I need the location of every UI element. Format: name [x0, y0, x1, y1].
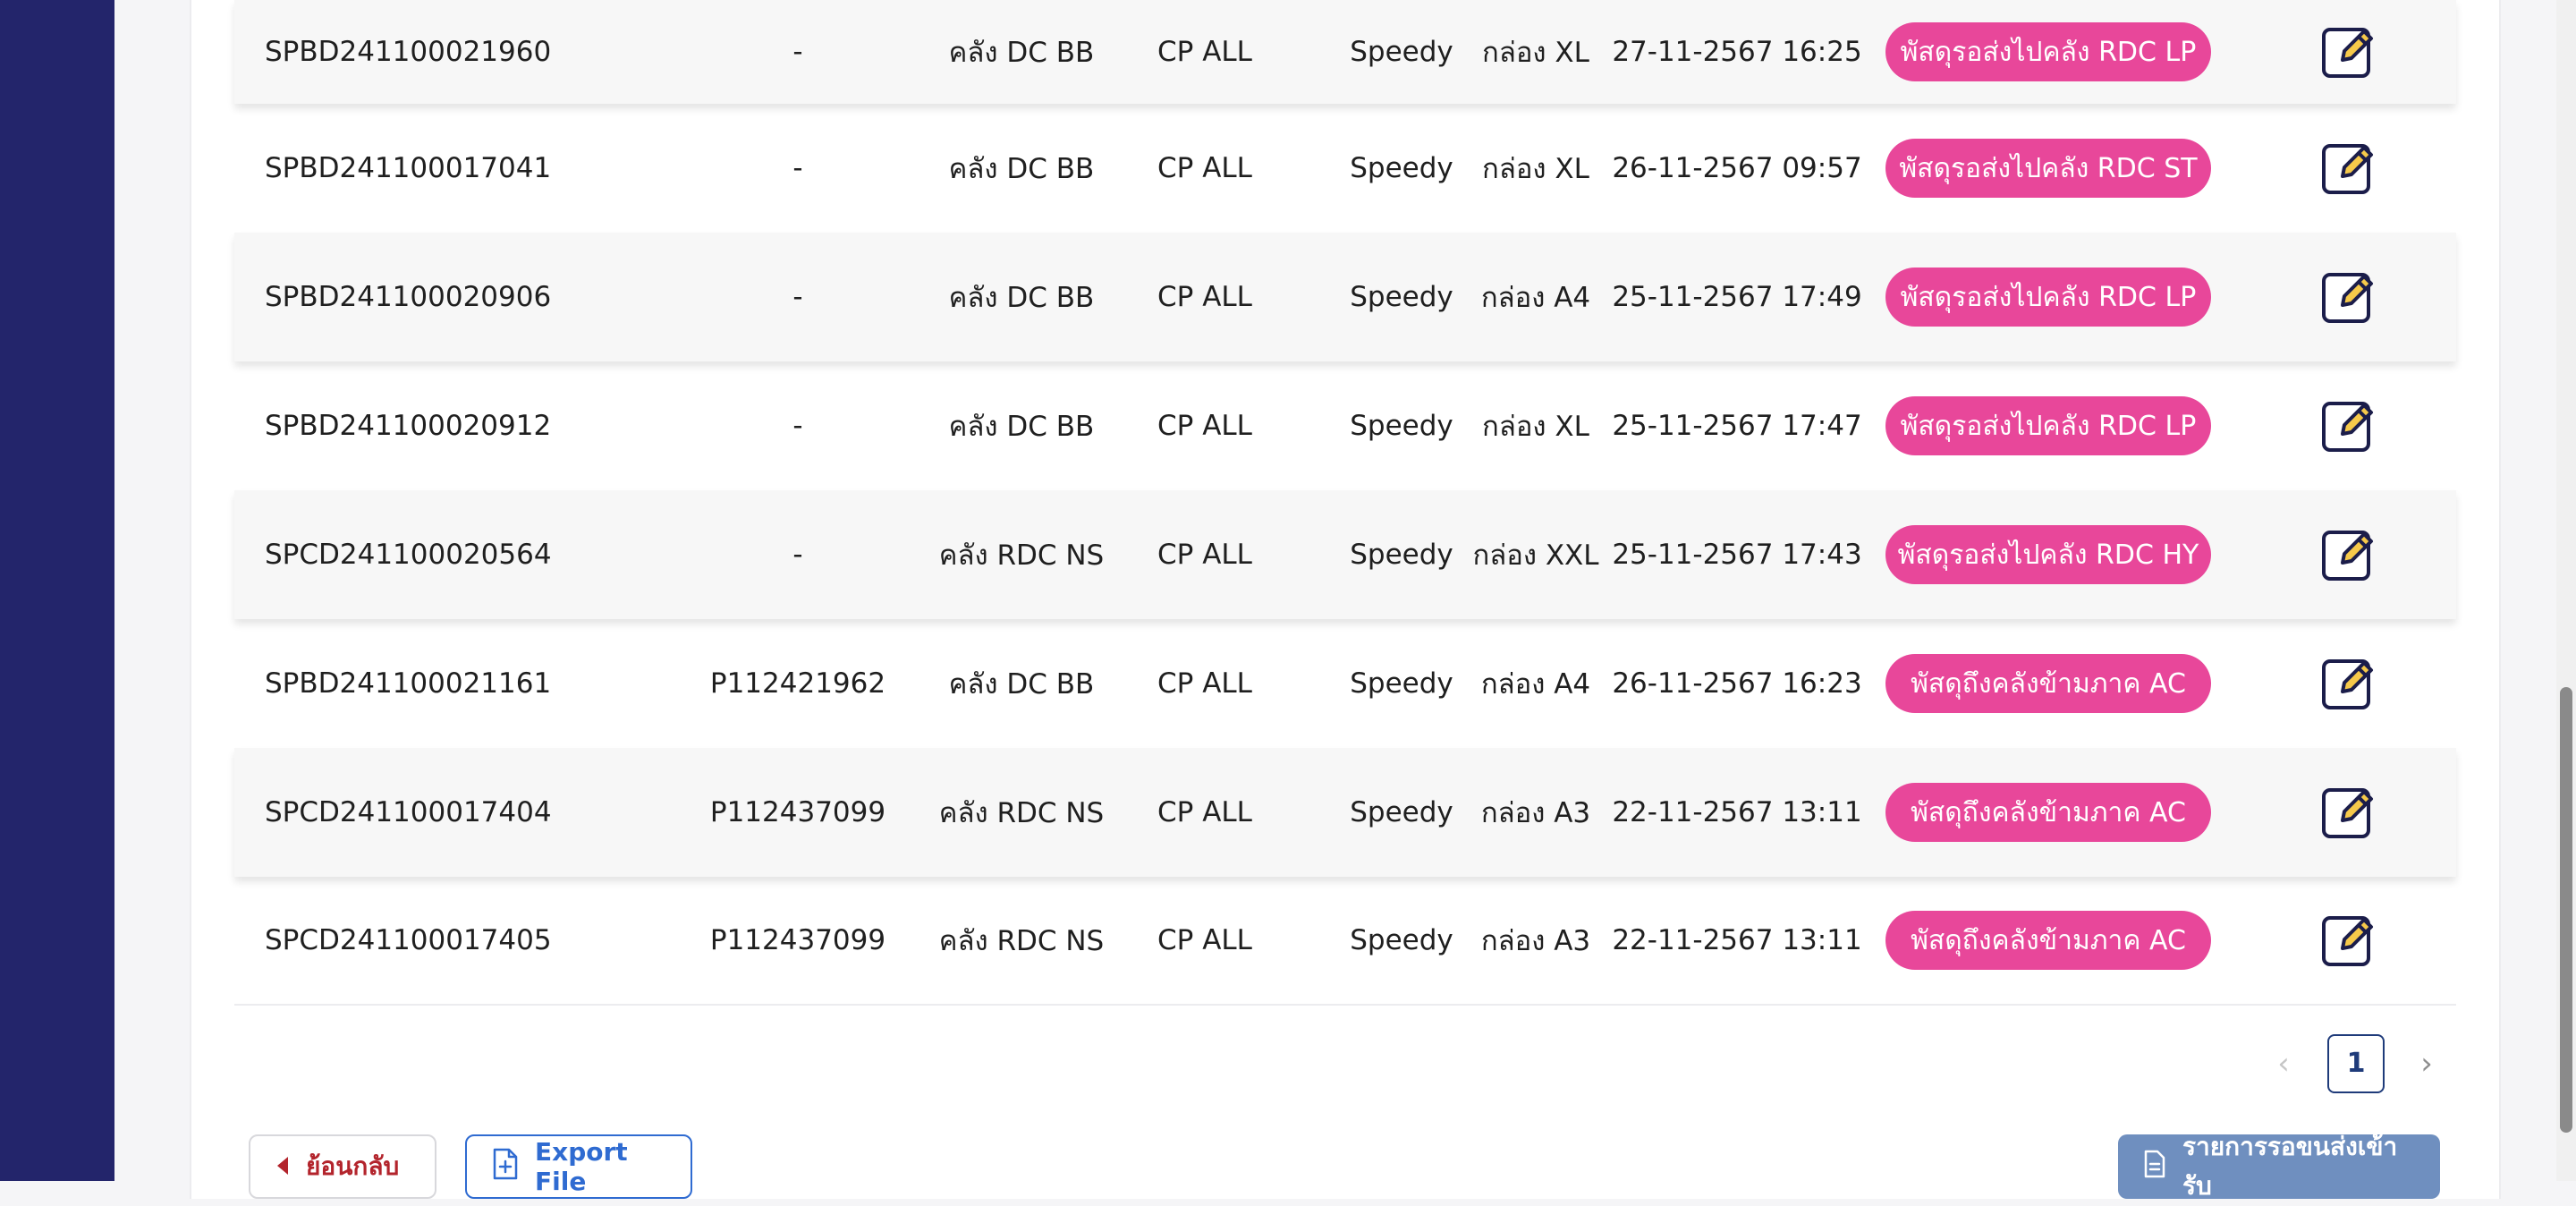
table-row: SPBD241100021960- คลัง DC BB CP ALL Speedy ก… [234, 0, 2456, 104]
pending-pickup-list-button[interactable]: รายการรอขนส่งเข้ารับ [2118, 1132, 2440, 1201]
reference-number-cell: - [792, 152, 803, 184]
reference-number-cell: - [792, 36, 803, 68]
parcel-code-cell: SPBD241100021161 [265, 667, 552, 700]
back-button[interactable]: ย้อนกลับ [249, 1134, 436, 1199]
warehouse-cell: คลัง DC BB [948, 37, 1095, 69]
date-time-cell: 22-11-2567 13:11 [1612, 924, 1862, 956]
status-badge: พัสดุรอส่งไปคลัง RDC LP [1885, 268, 2211, 327]
reference-number-cell: P112437099 [709, 924, 886, 956]
table-row: SPBD241100020912- คลัง DC BB CP ALL Speedy ก… [234, 361, 2456, 490]
date-time-cell: 27-11-2567 16:25 [1612, 36, 1862, 68]
customer-cell: CP ALL [1157, 539, 1252, 571]
warehouse-cell: คลัง DC BB [948, 282, 1095, 314]
parcel-table: SPBD241100021960- คลัง DC BB CP ALL Speedy ก… [234, 0, 2456, 1006]
edit-icon[interactable] [2320, 912, 2377, 969]
edit-icon[interactable] [2320, 784, 2377, 841]
warehouse-cell: คลัง DC BB [948, 153, 1095, 185]
scrollbar-thumb[interactable] [2560, 687, 2572, 1133]
parcel-code-cell: SPBD241100020906 [265, 281, 552, 313]
table-row: SPCD241100017404 P112437099 คลัง RDC NS CP … [234, 748, 2456, 877]
parcel-code-cell: SPBD241100021960 [265, 36, 552, 68]
file-add-icon [492, 1148, 519, 1186]
customer-cell: CP ALL [1157, 281, 1252, 313]
date-time-cell: 25-11-2567 17:47 [1612, 410, 1862, 442]
edit-icon[interactable] [2320, 268, 2377, 326]
status-badge: พัสดุรอส่งไปคลัง RDC HY [1885, 525, 2211, 584]
customer-cell: CP ALL [1157, 36, 1252, 68]
document-icon [2143, 1150, 2166, 1185]
edit-icon[interactable] [2320, 655, 2377, 712]
pending-pickup-list-label: รายการรอขนส่งเข้ารับ [2182, 1132, 2398, 1201]
reference-number-cell: P112437099 [709, 796, 886, 828]
warehouse-cell: คลัง RDC NS [938, 539, 1105, 572]
pagination-prev-button[interactable]: ‹ [2263, 1034, 2304, 1093]
table-row: SPCD241100017405 P112437099 คลัง RDC NS CP … [234, 877, 2456, 1006]
status-badge: พัสดุถึงคลังข้ามภาค AC [1885, 911, 2211, 970]
edit-icon[interactable] [2320, 526, 2377, 583]
parcel-code-cell: SPCD241100017405 [265, 924, 552, 956]
parcel-code-cell: SPBD241100017041 [265, 152, 552, 184]
customer-cell: CP ALL [1157, 410, 1252, 442]
warehouse-cell: คลัง RDC NS [938, 797, 1105, 829]
status-badge: พัสดุรอส่งไปคลัง RDC ST [1885, 139, 2211, 198]
export-file-button-label: Export File [535, 1137, 628, 1196]
status-badge: พัสดุรอส่งไปคลัง RDC LP [1885, 22, 2211, 81]
warehouse-cell: คลัง RDC NS [938, 925, 1105, 957]
edit-icon[interactable] [2320, 140, 2377, 197]
date-time-cell: 26-11-2567 09:57 [1612, 152, 1862, 184]
table-row: SPBD241100017041- คลัง DC BB CP ALL Speedy ก… [234, 104, 2456, 233]
warehouse-cell: คลัง DC BB [948, 411, 1095, 443]
table-row: SPBD241100021161 P112421962 คลัง DC BB CP A… [234, 619, 2456, 748]
customer-cell: CP ALL [1157, 924, 1252, 956]
table-row: SPCD241100020564- คลัง RDC NS CP ALL Speedy… [234, 490, 2456, 619]
status-badge: พัสดุถึงคลังข้ามภาค AC [1885, 783, 2211, 842]
customer-cell: CP ALL [1157, 667, 1252, 700]
parcel-code-cell: SPBD241100020912 [265, 410, 552, 442]
date-time-cell: 25-11-2567 17:49 [1612, 281, 1862, 313]
parcel-code-cell: SPCD241100017404 [265, 796, 552, 828]
customer-cell: CP ALL [1157, 152, 1252, 184]
edit-icon[interactable] [2320, 397, 2377, 454]
edit-icon[interactable] [2320, 23, 2377, 81]
date-time-cell: 26-11-2567 16:23 [1612, 667, 1862, 700]
table-row: SPBD241100020906- คลัง DC BB CP ALL Speedy ก… [234, 233, 2456, 361]
customer-cell: CP ALL [1157, 796, 1252, 828]
date-time-cell: 22-11-2567 13:11 [1612, 796, 1862, 828]
status-badge: พัสดุถึงคลังข้ามภาค AC [1885, 654, 2211, 713]
pagination-page-1[interactable]: 1 [2327, 1034, 2385, 1093]
caret-left-icon [275, 1152, 290, 1182]
pagination-next-button[interactable]: › [2406, 1034, 2447, 1093]
warehouse-cell: คลัง DC BB [948, 668, 1095, 701]
reference-number-cell: - [792, 281, 803, 313]
reference-number-cell: - [792, 539, 803, 571]
date-time-cell: 25-11-2567 17:43 [1612, 539, 1862, 571]
parcel-code-cell: SPCD241100020564 [265, 539, 552, 571]
status-badge: พัสดุรอส่งไปคลัง RDC LP [1885, 396, 2211, 455]
back-button-label: ย้อนกลับ [306, 1151, 400, 1181]
sidebar [0, 0, 114, 1181]
export-file-button[interactable]: Export File [465, 1134, 692, 1199]
reference-number-cell: P112421962 [709, 667, 886, 700]
reference-number-cell: - [792, 410, 803, 442]
